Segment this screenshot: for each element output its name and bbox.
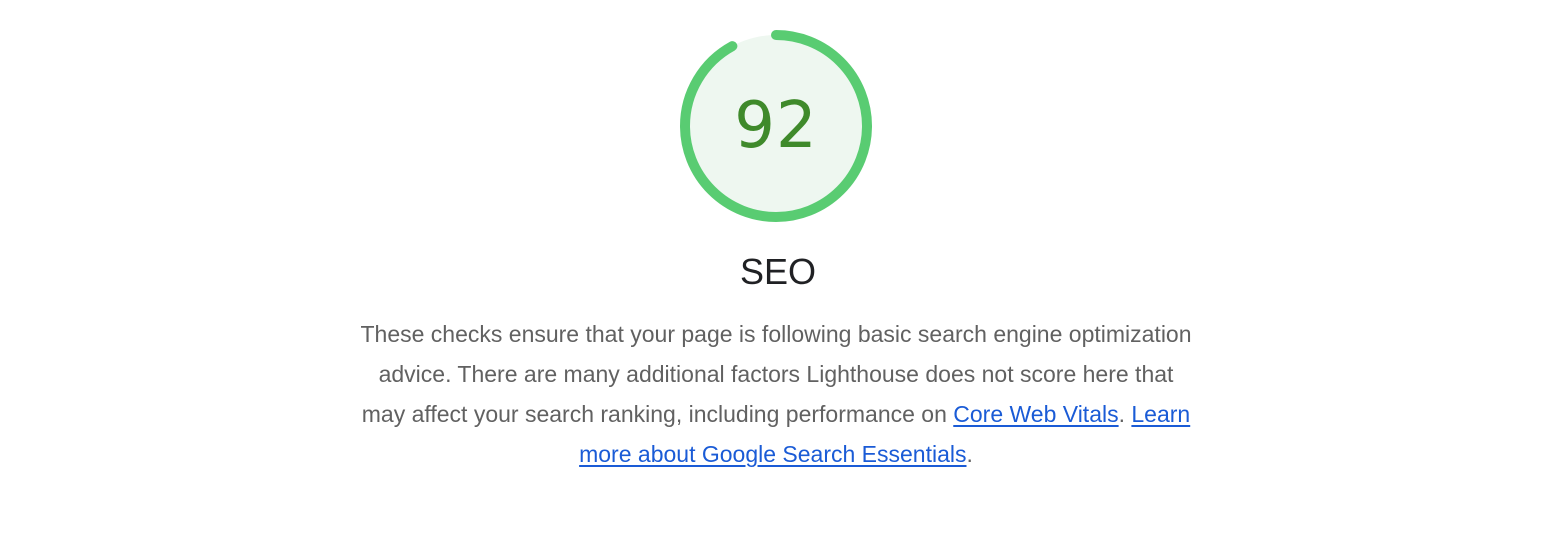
- score-value: 92: [734, 89, 818, 163]
- core-web-vitals-link[interactable]: Core Web Vitals: [953, 401, 1118, 427]
- category-title: SEO: [739, 251, 817, 292]
- description-end: .: [966, 441, 973, 467]
- category-description: These checks ensure that your page is fo…: [360, 314, 1192, 474]
- score-gauge: 92: [676, 26, 876, 226]
- description-separator: .: [1118, 401, 1125, 427]
